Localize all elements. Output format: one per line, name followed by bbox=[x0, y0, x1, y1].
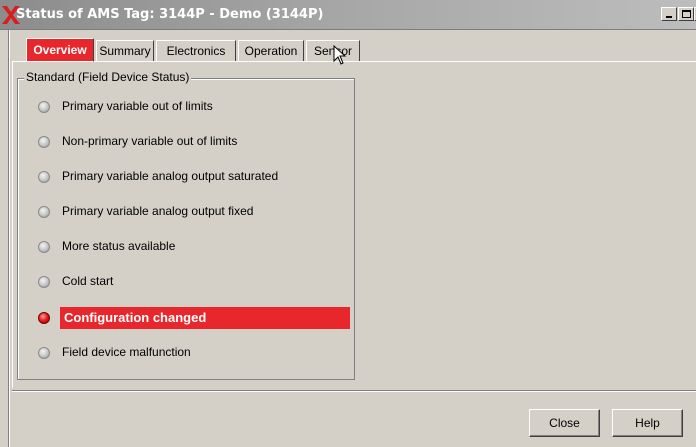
status-indicator-icon bbox=[38, 241, 50, 253]
minimize-button[interactable] bbox=[661, 7, 677, 21]
help-button[interactable]: Help bbox=[612, 409, 683, 437]
group-title: Standard (Field Device Status) bbox=[24, 70, 192, 84]
status-indicator-icon bbox=[38, 347, 50, 359]
tab-operation[interactable]: Operation bbox=[238, 40, 304, 62]
status-indicator-icon bbox=[38, 136, 50, 148]
close-button[interactable]: Close bbox=[529, 409, 600, 437]
status-item: Primary variable analog output fixed bbox=[36, 201, 350, 223]
status-indicator-icon bbox=[38, 171, 50, 183]
field-device-status-group bbox=[17, 78, 355, 380]
status-item: More status available bbox=[36, 236, 350, 258]
maximize-icon bbox=[682, 10, 691, 18]
bottom-separator bbox=[12, 390, 696, 392]
status-item: Primary variable analog output saturated bbox=[36, 166, 350, 188]
status-indicator-icon bbox=[38, 276, 50, 288]
status-label: Configuration changed bbox=[64, 310, 207, 325]
status-item: Field device malfunction bbox=[36, 342, 350, 364]
title-bar[interactable]: Status of AMS Tag: 3144P - Demo (3144P) bbox=[0, 0, 696, 30]
mouse-pointer-icon bbox=[333, 45, 347, 65]
status-indicator-icon bbox=[38, 101, 50, 113]
status-label: Non-primary variable out of limits bbox=[62, 134, 238, 148]
status-item: Primary variable out of limits bbox=[36, 96, 350, 118]
status-indicator-icon bbox=[38, 206, 50, 218]
tab-overview[interactable]: Overview bbox=[26, 38, 94, 62]
status-indicator-active-icon bbox=[38, 312, 50, 324]
minimize-icon bbox=[666, 16, 672, 18]
status-item: Non-primary variable out of limits bbox=[36, 131, 350, 153]
window-title: Status of AMS Tag: 3144P - Demo (3144P) bbox=[16, 7, 324, 22]
status-window: Status of AMS Tag: 3144P - Demo (3144P) … bbox=[0, 0, 696, 447]
status-label: Primary variable analog output fixed bbox=[62, 204, 254, 218]
tab-electronics[interactable]: Electronics bbox=[156, 40, 236, 62]
status-label: Primary variable analog output saturated bbox=[62, 169, 279, 183]
status-label: More status available bbox=[62, 239, 176, 253]
status-item: Cold start bbox=[36, 271, 350, 293]
tab-summary[interactable]: Summary bbox=[96, 40, 154, 62]
status-item-active: Configuration changed bbox=[36, 307, 350, 329]
status-label: Cold start bbox=[62, 274, 114, 288]
maximize-button[interactable] bbox=[678, 7, 694, 21]
window-frame bbox=[8, 30, 10, 447]
status-label: Primary variable out of limits bbox=[62, 99, 213, 113]
status-label: Field device malfunction bbox=[62, 345, 191, 359]
